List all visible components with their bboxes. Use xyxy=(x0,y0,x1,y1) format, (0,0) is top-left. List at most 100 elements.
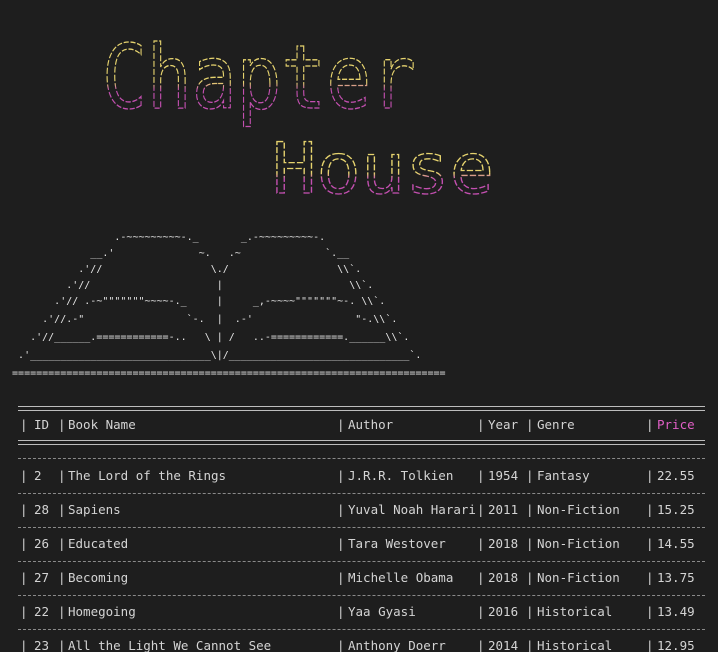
cell-id: 2 xyxy=(34,468,42,483)
table-row: | 28 | Sapiens | Yuval Noah Harari | 2011 | Non-F… xyxy=(0,499,718,521)
column-separator: | xyxy=(477,502,485,517)
banner-word-house: House xyxy=(272,128,494,200)
column-separator: | xyxy=(526,570,534,585)
column-separator: | xyxy=(337,502,345,517)
header-price: Price xyxy=(657,417,695,432)
cell-genre: Non-Fiction xyxy=(537,570,620,585)
cell-book-name: All the Light We Cannot See xyxy=(68,638,272,652)
column-separator: | xyxy=(20,417,28,432)
cell-id: 23 xyxy=(34,638,50,652)
column-separator: | xyxy=(337,536,345,551)
column-separator: | xyxy=(526,604,534,619)
column-separator: | xyxy=(477,536,485,551)
column-separator: | xyxy=(58,536,66,551)
header-book-name: Book Name xyxy=(68,417,136,432)
cell-year: 2014 xyxy=(488,638,519,652)
column-separator: | xyxy=(646,417,654,432)
cell-id: 22 xyxy=(34,604,50,619)
column-separator: | xyxy=(337,417,345,432)
header-author: Author xyxy=(348,417,394,432)
table-row: | 2 | The Lord of the Rings | J.R.R. Tolkien |… xyxy=(0,465,718,487)
cell-year: 2011 xyxy=(488,502,519,517)
column-separator: | xyxy=(337,638,345,652)
column-separator: | xyxy=(337,570,345,585)
banner-word-chapter: Chapter xyxy=(102,26,416,129)
cell-price: 22.55 xyxy=(657,468,695,483)
cell-year: 2018 xyxy=(488,570,519,585)
column-separator: | xyxy=(20,570,28,585)
book-art-line-3: .'// \./ \\`. xyxy=(0,264,362,275)
cell-id: 28 xyxy=(34,502,50,517)
column-separator: | xyxy=(526,417,534,432)
column-separator: | xyxy=(526,638,534,652)
book-art-line-7: .'//______.============-.. \ | / ..-====… xyxy=(0,332,410,343)
book-art-line-6: .'//.-" `-. | .-' "-.\\`. xyxy=(0,314,398,325)
cell-year: 2018 xyxy=(488,536,519,551)
book-art-line-4: .'// | \\`. xyxy=(0,280,374,291)
cell-book-name: Homegoing xyxy=(68,604,136,619)
table-row: | 27 | Becoming | Michelle Obama | 2018 | Non-Fic… xyxy=(0,567,718,589)
book-art-line-8: .'______________________________\|/_____… xyxy=(0,350,422,361)
ascii-title-banner: Chapter House xyxy=(0,0,718,200)
cell-author: Michelle Obama xyxy=(348,570,454,585)
book-art-line-5: .'// .-~"""""""~~~~-._ | _,-~~~~"""""""~… xyxy=(0,296,386,307)
cell-id: 26 xyxy=(34,536,50,551)
column-separator: | xyxy=(58,468,66,483)
row-divider xyxy=(18,561,705,562)
column-separator: | xyxy=(58,417,66,432)
column-separator: | xyxy=(58,604,66,619)
header-id: ID xyxy=(34,417,50,432)
table-row: | 26 | Educated | Tara Westover | 2018 | Non-Fict… xyxy=(0,533,718,555)
column-separator: | xyxy=(646,570,654,585)
column-separator: | xyxy=(337,468,345,483)
cell-year: 2016 xyxy=(488,604,519,619)
table-header-border xyxy=(18,440,705,445)
column-separator: | xyxy=(20,502,28,517)
column-separator: | xyxy=(58,638,66,652)
cell-author: Yuval Noah Harari xyxy=(348,502,476,517)
row-divider xyxy=(18,458,705,459)
cell-year: 1954 xyxy=(488,468,519,483)
column-separator: | xyxy=(646,604,654,619)
cell-genre: Historical xyxy=(537,604,613,619)
table-row: | 22 | Homegoing | Yaa Gyasi | 2016 | Historical |… xyxy=(0,601,718,623)
row-divider xyxy=(18,595,705,596)
cell-book-name: Becoming xyxy=(68,570,129,585)
table-top-border xyxy=(18,406,705,411)
header-year: Year xyxy=(488,417,519,432)
column-separator: | xyxy=(337,604,345,619)
cell-genre: Historical xyxy=(537,638,613,652)
cell-genre: Non-Fiction xyxy=(537,536,620,551)
column-separator: | xyxy=(526,468,534,483)
column-separator: | xyxy=(58,570,66,585)
cell-price: 12.95 xyxy=(657,638,695,652)
column-separator: | xyxy=(646,502,654,517)
cell-price: 13.75 xyxy=(657,570,695,585)
column-separator: | xyxy=(58,502,66,517)
column-separator: | xyxy=(526,536,534,551)
cell-id: 27 xyxy=(34,570,50,585)
column-separator: | xyxy=(477,604,485,619)
book-art-line-1: .-~~~~~~~~~-._ _.-~~~~~~~~~-. xyxy=(0,232,326,243)
cell-genre: Fantasy xyxy=(537,468,590,483)
column-separator: | xyxy=(477,570,485,585)
row-divider xyxy=(18,527,705,528)
column-separator: | xyxy=(477,638,485,652)
row-divider xyxy=(18,629,705,630)
book-art-baseline: ========================================… xyxy=(0,368,446,379)
header-genre: Genre xyxy=(537,417,575,432)
column-separator: | xyxy=(20,604,28,619)
column-separator: | xyxy=(20,468,28,483)
column-separator: | xyxy=(477,417,485,432)
table-row: | 23 | All the Light We Cannot See | Anthony … xyxy=(0,635,718,652)
cell-author: Anthony Doerr xyxy=(348,638,446,652)
cell-price: 13.49 xyxy=(657,604,695,619)
column-separator: | xyxy=(20,536,28,551)
column-separator: | xyxy=(646,468,654,483)
table-header-row: | ID | Book Name | Author | Year | Genre… xyxy=(0,414,718,436)
cell-author: Yaa Gyasi xyxy=(348,604,416,619)
cell-author: J.R.R. Tolkien xyxy=(348,468,454,483)
cell-price: 15.25 xyxy=(657,502,695,517)
terminal-window: Chapter House .-~~~~~~~~~-._ _.-~~~~~~~~… xyxy=(0,0,718,652)
row-divider xyxy=(18,493,705,494)
